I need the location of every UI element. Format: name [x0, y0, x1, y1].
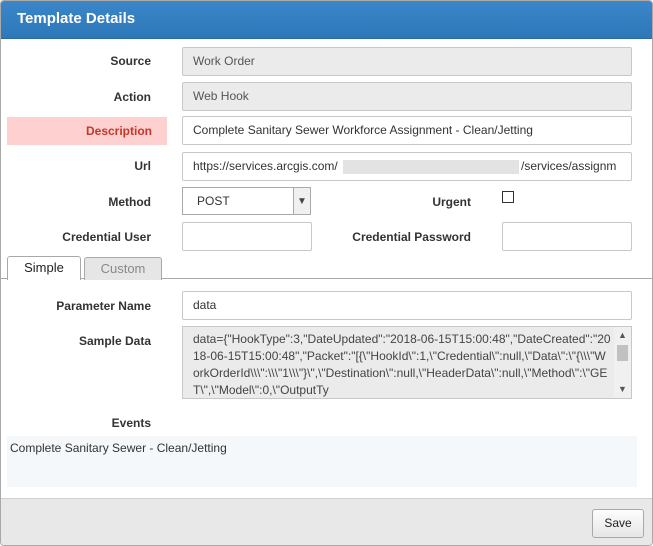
- sample-data-label: Sample Data: [78, 334, 151, 348]
- list-item[interactable]: Complete Sanitary Sewer - Clean/Jetting: [10, 441, 227, 455]
- source-field: Work Order: [182, 47, 632, 76]
- scroll-thumb[interactable]: [617, 345, 628, 361]
- source-label: Source: [110, 54, 151, 68]
- credential-user-label: Credential User: [62, 230, 151, 244]
- dialog-titlebar: Template Details: [1, 1, 652, 39]
- method-label: Method: [108, 195, 151, 209]
- tab-simple[interactable]: Simple: [7, 256, 81, 280]
- save-button[interactable]: Save: [592, 509, 644, 538]
- url-value-start: https://services.arcgis.com/: [193, 159, 338, 173]
- template-details-dialog: Template Details Source Work Order Actio…: [0, 0, 653, 546]
- action-label: Action: [113, 90, 151, 104]
- sample-data-text: data={"HookType":3,"DateUpdated":"2018-0…: [193, 332, 611, 397]
- sample-data-scrollbar[interactable]: ▲ ▼: [614, 327, 631, 398]
- dialog-title: Template Details: [17, 10, 136, 27]
- scroll-up-icon[interactable]: ▲: [614, 327, 631, 344]
- credential-password-input[interactable]: [502, 222, 632, 251]
- chevron-down-icon[interactable]: ▼: [293, 188, 310, 214]
- parameter-name-input[interactable]: data: [182, 291, 632, 320]
- url-input[interactable]: https://services.arcgis.com/ /services/a…: [182, 152, 632, 181]
- method-select[interactable]: POST ▼: [182, 187, 311, 215]
- events-list: Complete Sanitary Sewer - Clean/Jetting: [7, 436, 637, 487]
- parameter-name-label: Parameter Name: [56, 299, 151, 313]
- urgent-label: Urgent: [432, 195, 471, 209]
- action-field: Web Hook: [182, 82, 632, 111]
- credential-password-label: Credential Password: [352, 230, 471, 244]
- method-value: POST: [197, 194, 230, 208]
- scroll-down-icon[interactable]: ▼: [614, 381, 631, 398]
- events-label: Events: [111, 416, 151, 430]
- tab-custom[interactable]: Custom: [84, 257, 162, 280]
- url-value-end: /services/assignm: [521, 159, 617, 173]
- dialog-footer: Save: [1, 498, 652, 545]
- redacted-mask: [343, 160, 519, 174]
- description-input[interactable]: Complete Sanitary Sewer Workforce Assign…: [182, 116, 632, 145]
- urgent-checkbox[interactable]: [502, 191, 514, 203]
- sample-data-textarea[interactable]: data={"HookType":3,"DateUpdated":"2018-0…: [182, 326, 632, 399]
- url-label: Url: [134, 159, 151, 173]
- credential-user-input[interactable]: [182, 222, 312, 251]
- description-label: Description: [7, 117, 167, 145]
